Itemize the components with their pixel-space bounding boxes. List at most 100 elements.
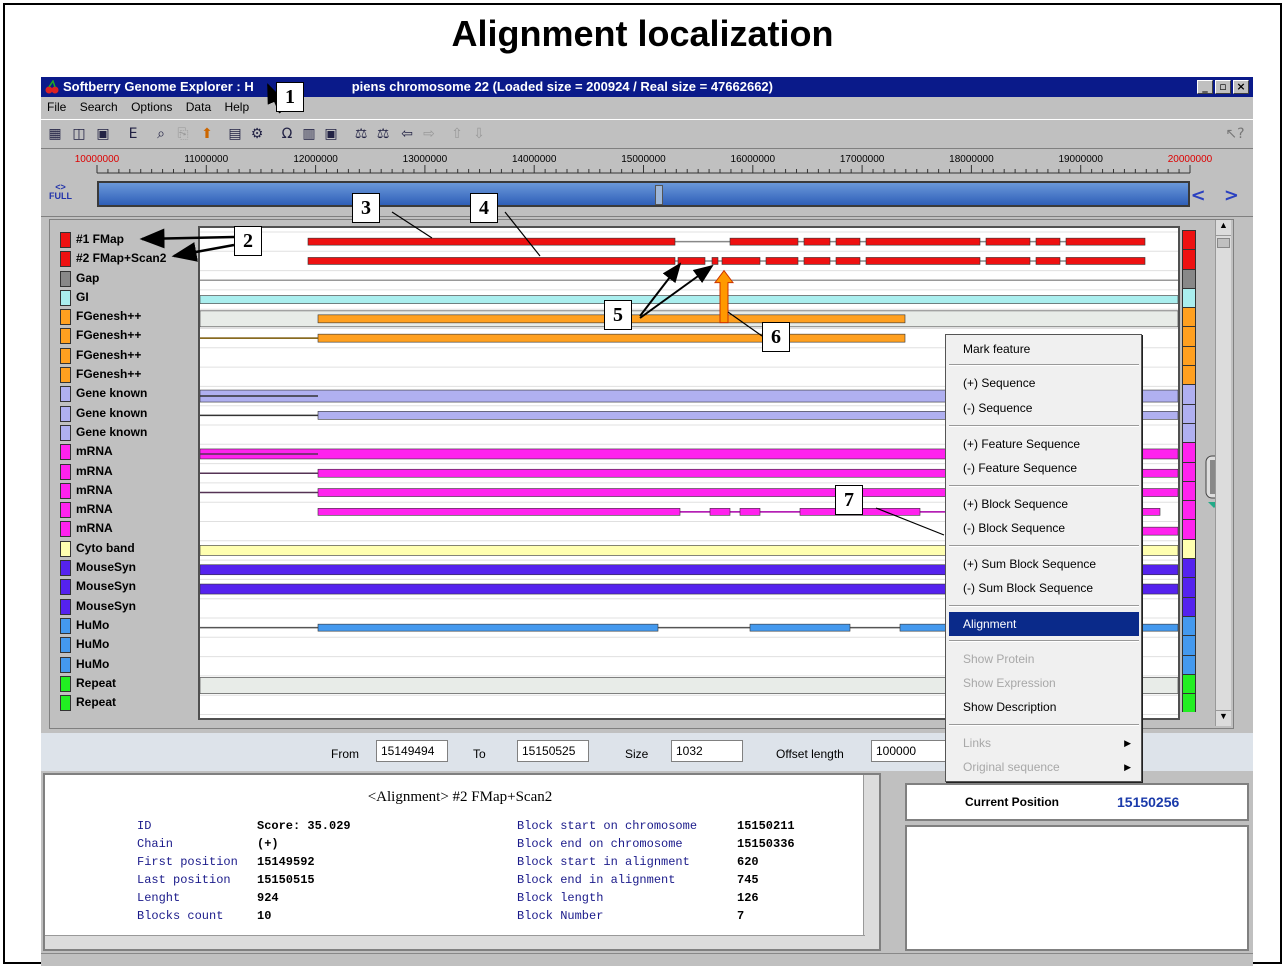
feature-block	[985, 257, 1031, 265]
scroll-up-icon[interactable]: ▲	[1216, 220, 1231, 236]
db-icon[interactable]: ▣	[321, 124, 341, 144]
down-icon[interactable]: ⇩	[469, 124, 489, 144]
track-color-swatch	[60, 347, 71, 364]
mark-icon[interactable]: ⬆	[197, 124, 217, 144]
track-color-swatch	[1182, 654, 1196, 674]
omega-icon[interactable]: Ω	[277, 124, 297, 144]
track-label-text: mRNA	[76, 463, 113, 478]
scroll-thumb[interactable]	[1217, 238, 1230, 248]
split-icon[interactable]: ◫	[69, 124, 89, 144]
back-icon[interactable]: ⇦	[397, 124, 417, 144]
track-label[interactable]: FGenesh++	[58, 365, 198, 384]
menu-plus-sequence[interactable]: (+) Sequence	[949, 371, 1139, 395]
menu-show-description[interactable]: Show Description	[949, 695, 1139, 719]
grid-icon[interactable]: ▥	[299, 124, 319, 144]
window-title-tail: piens chromosome 22 (Loaded size = 20092…	[351, 79, 773, 94]
track-label[interactable]: FGenesh++	[58, 346, 198, 365]
track-label[interactable]: FGenesh++	[58, 307, 198, 326]
track-label[interactable]: GI	[58, 288, 198, 307]
zoom-find-icon[interactable]: ⌕	[151, 124, 171, 144]
track-label[interactable]: mRNA	[58, 442, 198, 461]
track-label[interactable]: HuMo	[58, 635, 198, 654]
position-marker[interactable]	[655, 185, 663, 205]
full-view-button[interactable]: <> FULL	[49, 183, 72, 201]
track-label[interactable]: Repeat	[58, 693, 198, 712]
track-label[interactable]: HuMo	[58, 655, 198, 674]
menu-minus-sequence[interactable]: (-) Sequence	[949, 396, 1139, 420]
track-label[interactable]: mRNA	[58, 519, 198, 538]
ruler-tick-label: 20000000	[1168, 154, 1213, 165]
menu-minus-feature-sequence[interactable]: (-) Feature Sequence	[949, 456, 1139, 480]
menu-plus-sum-block-sequence[interactable]: (+) Sum Block Sequence	[949, 552, 1139, 576]
menu-file[interactable]: File	[47, 100, 66, 114]
filter-a-icon[interactable]: ⚖	[351, 124, 371, 144]
menu-minus-block-sequence[interactable]: (-) Block Sequence	[949, 516, 1139, 540]
track-label[interactable]: FGenesh++	[58, 326, 198, 345]
track-color-swatch	[60, 444, 71, 461]
menu-minus-sum-block-sequence[interactable]: (-) Sum Block Sequence	[949, 576, 1139, 600]
track-label-text: Gene known	[76, 405, 148, 420]
menu-plus-block-sequence[interactable]: (+) Block Sequence	[949, 492, 1139, 516]
menu-links[interactable]: Links ▶	[949, 731, 1139, 755]
track-label[interactable]: MouseSyn	[58, 597, 198, 616]
up-icon[interactable]: ⇧	[447, 124, 467, 144]
track-label[interactable]: #1 FMap	[58, 230, 198, 249]
track-label[interactable]: MouseSyn	[58, 558, 198, 577]
track-scrollbar[interactable]: ▲ ▼	[1215, 220, 1231, 726]
minimize-icon[interactable]: _	[1197, 80, 1213, 94]
settings-icon[interactable]: ⚙	[247, 124, 267, 144]
track-label[interactable]: Gene known	[58, 423, 198, 442]
callout-1: 1	[276, 82, 304, 112]
menu-alignment[interactable]: Alignment	[949, 612, 1139, 636]
track-label[interactable]: mRNA	[58, 481, 198, 500]
track-label[interactable]: mRNA	[58, 462, 198, 481]
menu-show-protein[interactable]: Show Protein	[949, 647, 1139, 671]
chromosome-ruler[interactable]: 10000000 11000000 12000000 13000000 14000000…	[41, 151, 1253, 217]
track-color-swatch	[60, 675, 71, 692]
export-icon[interactable]: E	[123, 124, 143, 144]
track-label[interactable]: HuMo	[58, 616, 198, 635]
window-icon[interactable]: ▣	[93, 124, 113, 144]
info-key: ID	[137, 819, 152, 833]
size-input[interactable]: 1032	[671, 740, 743, 762]
track-label[interactable]: mRNA	[58, 500, 198, 519]
maximize-icon[interactable]: ▫	[1215, 80, 1231, 94]
track-label[interactable]: Repeat	[58, 674, 198, 693]
copy-icon[interactable]: ⎘	[173, 124, 193, 144]
title-bar: Softberry Genome Explorer : H piens chrom…	[41, 77, 1253, 97]
track-color-swatch	[60, 598, 71, 615]
view-icon[interactable]: ▦	[45, 124, 65, 144]
info-hscrollbar[interactable]	[45, 935, 865, 949]
menu-separator	[949, 545, 1139, 547]
menu-options[interactable]: Options	[131, 100, 172, 114]
info-key: Block end in alignment	[517, 873, 676, 887]
calendar-icon[interactable]: ▤	[225, 124, 245, 144]
toolbar: ▦ ◫ ▣ E ⌕ ⎘ ⬆ ▤ ⚙ Ω ▥ ▣ ⚖ ⚖ ⇦ ⇨ ⇧ ⇩ ↖?	[41, 119, 1253, 149]
feature-block	[307, 257, 676, 265]
to-input[interactable]: 15150525	[517, 740, 589, 762]
track-label[interactable]: MouseSyn	[58, 577, 198, 596]
track-label[interactable]: Gene known	[58, 404, 198, 423]
menu-show-expression[interactable]: Show Expression	[949, 671, 1139, 695]
track-label[interactable]: Gene known	[58, 384, 198, 403]
track-color-swatch	[60, 424, 71, 441]
help-icon[interactable]: ↖?	[1225, 124, 1245, 144]
overview-slider[interactable]	[97, 181, 1190, 207]
menu-mark-feature[interactable]: Mark feature	[949, 337, 1139, 361]
scroll-down-icon[interactable]: ▼	[1216, 710, 1231, 726]
filter-b-icon[interactable]: ⚖	[373, 124, 393, 144]
menu-search[interactable]: Search	[80, 100, 118, 114]
track-label[interactable]: Cyto band	[58, 539, 198, 558]
menu-data[interactable]: Data	[186, 100, 211, 114]
track-label[interactable]: Gap	[58, 269, 198, 288]
menu-plus-feature-sequence[interactable]: (+) Feature Sequence	[949, 432, 1139, 456]
ruler-nav-arrows[interactable]: < >	[1191, 185, 1245, 206]
close-icon[interactable]: ×	[1233, 80, 1249, 94]
track-label[interactable]: #2 FMap+Scan2	[58, 249, 198, 268]
track-color-swatch	[1182, 307, 1196, 327]
info-scrollbar[interactable]	[863, 775, 879, 949]
forward-icon[interactable]: ⇨	[419, 124, 439, 144]
menu-original-sequence[interactable]: Original sequence ▶	[949, 755, 1139, 779]
from-input[interactable]: 15149494	[376, 740, 448, 762]
menu-help[interactable]: Help	[224, 100, 249, 114]
